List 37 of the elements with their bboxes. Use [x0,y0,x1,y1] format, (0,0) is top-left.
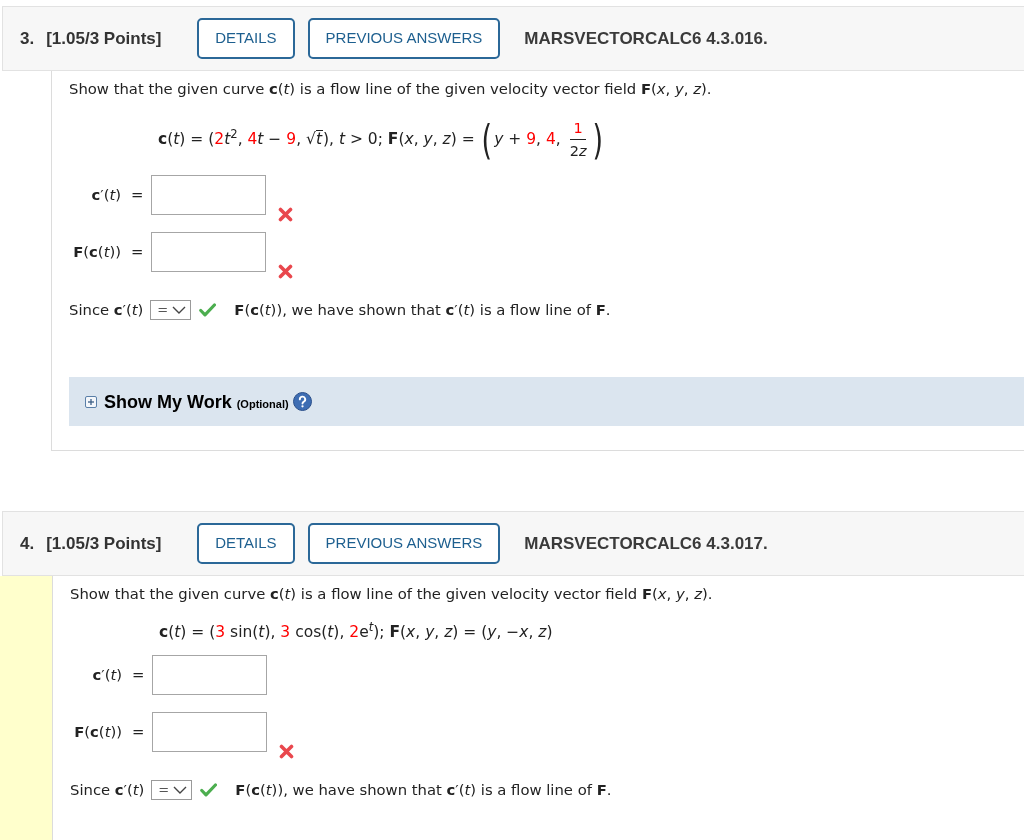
answer-input[interactable] [151,232,267,272]
header-button[interactable]: PREVIOUS ANSWERS [307,18,501,59]
conclusion-text: Since c′(t) [70,780,145,800]
problem-code: MARSVECTORCALC6 4.3.016. [524,27,768,50]
points-label: [1.05/3 Points] [46,27,163,50]
curve-formula: c(t) = (3 sin(t), 3 cos(t), 2e$^{t}$); F(x, y, z) = (y, −x, z) [159,622,553,642]
header-button[interactable]: DETAILS [197,523,295,564]
points-label: [1.05/3 Points] [46,532,163,555]
problem-code: MARSVECTORCALC6 4.3.017. [524,532,768,555]
answer-label: F(c(t)) [74,722,122,742]
relation-select[interactable]: = [150,300,192,320]
optional-label: (Optional) [236,396,289,411]
answer-label: c′(t) [91,185,121,205]
chevron-down-icon [173,786,188,794]
equals-label: = [132,665,145,685]
question-prompt: Show that the given curve c(t) is a flow line of the given velocity vector field F(x, y, z). [69,80,712,97]
conclusion-text: F(c(t)), we have shown that c′(t) is a flow line of F. [235,780,612,800]
equals-label: = [131,185,144,205]
equals-label: = [131,242,144,262]
header-button[interactable]: PREVIOUS ANSWERS [307,523,501,564]
help-icon[interactable] [292,392,312,411]
conclusion-text: F(c(t)), we have shown that c′(t) is a flow line of F. [234,300,611,320]
answer-label: c′(t) [92,665,122,685]
answer-input[interactable] [152,712,268,752]
expand-icon[interactable] [85,395,97,408]
chevron-down-icon [172,306,187,314]
question-number: 3. [20,27,35,50]
conclusion-text: Since c′(t) [69,300,144,320]
relation-select[interactable]: = [151,780,193,800]
show-my-work-title[interactable]: Show My Work [104,390,232,413]
equals-label: = [132,722,145,742]
answer-label: F(c(t)) [73,242,121,262]
answer-input[interactable] [152,655,268,695]
question-number: 4. [20,532,35,555]
question-prompt: Show that the given curve c(t) is a flow line of the given velocity vector field F(x, y, z). [70,585,713,602]
answer-input[interactable] [151,175,267,215]
header-button[interactable]: DETAILS [197,18,295,59]
